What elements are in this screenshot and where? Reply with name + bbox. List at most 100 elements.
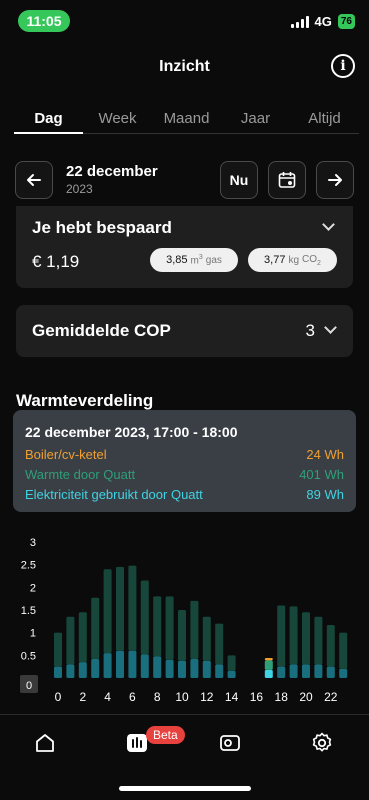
chart-bar-segment [54, 666, 62, 678]
home-indicator [119, 786, 251, 791]
x-tick-label: 20 [299, 690, 313, 704]
tooltip-value: 89 Wh [306, 487, 344, 502]
next-day-button[interactable] [316, 161, 354, 199]
chart-bar-segment [215, 664, 224, 678]
nav-home[interactable] [25, 728, 65, 758]
period-tabs: Dag Week Maand Jaar Altijd [14, 106, 359, 134]
y-tick-label: 1.5 [21, 605, 36, 617]
battery-icon: 76 [337, 14, 355, 29]
chart-bar-segment [103, 653, 112, 678]
tooltip-row-electricity: Elektriciteit gebruikt door Quatt 89 Wh [25, 487, 344, 502]
page-title: Inzicht [159, 58, 210, 75]
signal-icon [290, 15, 309, 28]
chart-bar-segment [314, 664, 323, 678]
tab-week[interactable]: Week [83, 106, 152, 134]
gas-value: 3,85 [166, 254, 188, 266]
chart-bar-segment [277, 605, 286, 667]
co2-value: 3,77 [264, 254, 286, 266]
co2-label: CO2 [302, 253, 321, 267]
y-tick-label: 2 [30, 582, 36, 594]
chart-bar-segment [289, 664, 298, 678]
chart-bar-segment [302, 664, 310, 678]
previous-day-button[interactable] [15, 161, 53, 199]
tab-maand[interactable]: Maand [152, 106, 221, 134]
x-tick-label: 8 [154, 690, 161, 704]
tooltip-label: Elektriciteit gebruikt door Quatt [25, 487, 203, 502]
tooltip-row-boiler: Boiler/cv-ketel 24 Wh [25, 447, 344, 462]
beta-badge: Beta [146, 726, 185, 744]
chart-bar-segment [54, 632, 62, 667]
tooltip-label: Boiler/cv-ketel [25, 447, 107, 462]
chevron-down-icon[interactable] [324, 321, 337, 334]
home-icon [36, 734, 54, 752]
y-tick-label: 1 [30, 628, 36, 640]
selected-year: 2023 [66, 182, 93, 196]
bottom-navigation [0, 720, 369, 770]
status-bar: 11:05 4G 76 [0, 0, 369, 44]
chart-bar-segment [91, 658, 100, 678]
info-icon[interactable]: i [331, 54, 355, 78]
tab-dag[interactable]: Dag [14, 106, 83, 134]
x-tick-label: 0 [55, 690, 62, 704]
tooltip-title: 22 december 2023, 17:00 - 18:00 [25, 424, 238, 440]
chart-bar-segment [153, 656, 162, 678]
tooltip-label: Warmte door Quatt [25, 467, 136, 482]
distribution-title: Warmteverdeling [16, 391, 154, 410]
chart-bar-segment [227, 670, 236, 678]
chart-bar-segment [277, 666, 286, 678]
chart-bar-segment [91, 597, 100, 659]
today-button[interactable]: Nu [220, 161, 258, 199]
chart-bar-segment [202, 616, 211, 661]
chart-bar-segment [264, 658, 273, 661]
x-tick-label: 6 [129, 690, 136, 704]
status-indicators: 4G 76 [290, 14, 355, 29]
nav-settings[interactable] [302, 728, 342, 758]
y-tick-label: 0.5 [21, 650, 36, 662]
chevron-down-icon[interactable] [322, 218, 335, 231]
chart-bar-segment [215, 623, 224, 665]
y-tick-label: 3 [30, 537, 36, 549]
gas-unit-symbol: m3 [190, 253, 203, 267]
cop-title: Gemiddelde COP [32, 321, 171, 340]
x-tick-label: 10 [175, 690, 189, 704]
savings-amount: € 1,19 [32, 252, 80, 271]
calendar-button[interactable] [268, 161, 306, 199]
chart-bar-segment [165, 596, 174, 660]
chart-bar-segment [116, 650, 124, 678]
x-tick-label: 16 [250, 690, 264, 704]
active-tab-indicator [14, 132, 83, 134]
cop-card[interactable]: Gemiddelde COP 3 [16, 305, 353, 357]
chart-bar-segment [103, 569, 112, 654]
status-time: 11:05 [18, 10, 70, 32]
chart-bar-segment [66, 616, 75, 665]
chart-bar-segment [314, 616, 323, 665]
tab-jaar[interactable]: Jaar [221, 106, 290, 134]
x-tick-label: 18 [275, 690, 289, 704]
chart-bar-segment [326, 666, 335, 678]
chart-bar-segment [128, 565, 137, 651]
chart-bar-segment [153, 596, 162, 657]
chart-bar-segment [227, 655, 236, 671]
chart-bar-segment [140, 654, 149, 678]
chart-bar-segment [178, 660, 186, 678]
chart-bar-segment [264, 660, 273, 670]
nav-device[interactable] [210, 728, 250, 758]
heat-distribution-chart[interactable]: 3 2.5 2 1.5 1 0.5 0 0 2 4 6 8 10 12 14 16 18 20 22 [0, 530, 369, 710]
chart-bar-segment [78, 612, 87, 663]
x-tick-label: 2 [79, 690, 86, 704]
chart-bar-segment [339, 632, 348, 669]
tooltip-value: 24 Wh [306, 447, 344, 462]
chart-bar-segment [339, 668, 348, 678]
settings-icon [312, 732, 332, 752]
network-label: 4G [314, 14, 332, 29]
savings-card[interactable]: Je hebt bespaard € 1,19 3,85 m3 gas 3,77… [16, 206, 353, 288]
chart-bar-segment [128, 650, 137, 678]
tab-altijd[interactable]: Altijd [290, 106, 359, 134]
co2-savings-badge: 3,77 kg CO2 [248, 248, 337, 272]
gas-savings-badge: 3,85 m3 gas [150, 248, 238, 272]
chart-bar-segment [66, 664, 75, 678]
savings-title: Je hebt bespaard [32, 218, 172, 237]
y-tick-label: 0 [26, 680, 32, 692]
chart-bar-segment [140, 580, 149, 655]
tooltip-row-quatt-heat: Warmte door Quatt 401 Wh [25, 467, 344, 482]
